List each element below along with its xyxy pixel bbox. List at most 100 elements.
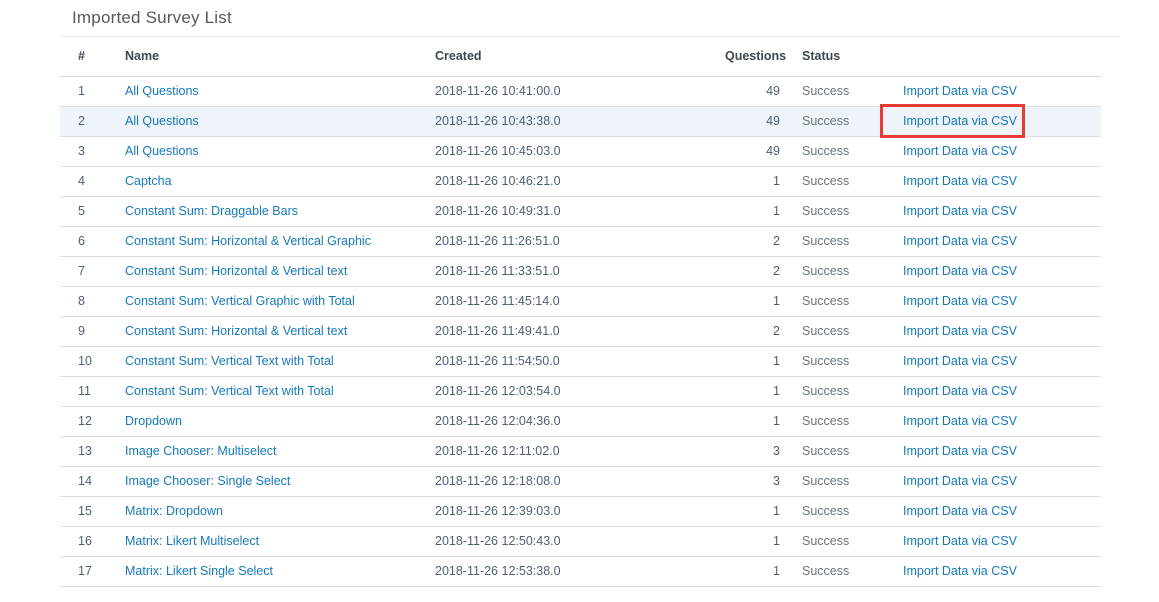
status-text: Success xyxy=(780,346,903,376)
survey-name-cell: Constant Sum: Horizontal & Vertical Grap… xyxy=(125,226,435,256)
action-cell: Import Data via CSV xyxy=(903,376,1101,406)
import-data-csv-link[interactable]: Import Data via CSV xyxy=(903,234,1017,248)
survey-name-link[interactable]: Dropdown xyxy=(125,414,182,428)
row-number: 14 xyxy=(60,466,125,496)
created-timestamp: 2018-11-26 10:45:03.0 xyxy=(435,136,725,166)
table-row: 8 Constant Sum: Vertical Graphic with To… xyxy=(60,286,1101,316)
table-row: 5 Constant Sum: Draggable Bars 2018-11-2… xyxy=(60,196,1101,226)
survey-name-link[interactable]: Captcha xyxy=(125,174,172,188)
import-data-csv-link[interactable]: Import Data via CSV xyxy=(903,264,1017,278)
action-cell: Import Data via CSV xyxy=(903,166,1101,196)
survey-name-cell: Constant Sum: Vertical Text with Total xyxy=(125,346,435,376)
survey-name-link[interactable]: Constant Sum: Horizontal & Vertical Grap… xyxy=(125,234,371,248)
survey-name-link[interactable]: Matrix: Dropdown xyxy=(125,504,223,518)
row-number: 9 xyxy=(60,316,125,346)
action-cell: Import Data via CSV xyxy=(903,226,1101,256)
table-row: 10 Constant Sum: Vertical Text with Tota… xyxy=(60,346,1101,376)
survey-name-cell: Constant Sum: Vertical Text with Total xyxy=(125,376,435,406)
created-timestamp: 2018-11-26 12:11:02.0 xyxy=(435,436,725,466)
import-data-csv-link[interactable]: Import Data via CSV xyxy=(903,294,1017,308)
survey-name-link[interactable]: Constant Sum: Horizontal & Vertical text xyxy=(125,264,347,278)
created-timestamp: 2018-11-26 12:50:43.0 xyxy=(435,526,725,556)
survey-name-cell: All Questions xyxy=(125,106,435,136)
created-timestamp: 2018-11-26 12:53:38.0 xyxy=(435,556,725,586)
table-row: 3 All Questions 2018-11-26 10:45:03.0 49… xyxy=(60,136,1101,166)
import-data-csv-link[interactable]: Import Data via CSV xyxy=(903,414,1017,428)
created-timestamp: 2018-11-26 10:46:21.0 xyxy=(435,166,725,196)
questions-count: 49 xyxy=(725,136,780,166)
survey-name-link[interactable]: All Questions xyxy=(125,84,199,98)
questions-count: 1 xyxy=(725,166,780,196)
import-data-csv-link[interactable]: Import Data via CSV xyxy=(903,84,1017,98)
import-data-csv-link[interactable]: Import Data via CSV xyxy=(903,174,1017,188)
action-cell: Import Data via CSV xyxy=(903,496,1101,526)
survey-name-link[interactable]: Constant Sum: Horizontal & Vertical text xyxy=(125,324,347,338)
questions-count: 1 xyxy=(725,346,780,376)
action-cell: Import Data via CSV xyxy=(903,106,1101,136)
status-text: Success xyxy=(780,406,903,436)
import-data-csv-link[interactable]: Import Data via CSV xyxy=(903,564,1017,578)
created-timestamp: 2018-11-26 10:49:31.0 xyxy=(435,196,725,226)
action-cell: Import Data via CSV xyxy=(903,406,1101,436)
survey-name-link[interactable]: All Questions xyxy=(125,144,199,158)
import-data-csv-link[interactable]: Import Data via CSV xyxy=(903,144,1017,158)
created-timestamp: 2018-11-26 10:43:38.0 xyxy=(435,106,725,136)
page-title: Imported Survey List xyxy=(0,0,1159,36)
table-row: 1 All Questions 2018-11-26 10:41:00.0 49… xyxy=(60,76,1101,106)
import-data-csv-link[interactable]: Import Data via CSV xyxy=(903,114,1017,128)
survey-name-link[interactable]: All Questions xyxy=(125,114,199,128)
action-cell: Import Data via CSV xyxy=(903,196,1101,226)
row-number: 13 xyxy=(60,436,125,466)
created-timestamp: 2018-11-26 12:18:08.0 xyxy=(435,466,725,496)
action-cell: Import Data via CSV xyxy=(903,256,1101,286)
import-data-csv-link[interactable]: Import Data via CSV xyxy=(903,474,1017,488)
created-timestamp: 2018-11-26 12:03:54.0 xyxy=(435,376,725,406)
row-number: 1 xyxy=(60,76,125,106)
questions-count: 1 xyxy=(725,526,780,556)
survey-name-link[interactable]: Matrix: Likert Single Select xyxy=(125,564,273,578)
survey-name-link[interactable]: Constant Sum: Vertical Text with Total xyxy=(125,384,334,398)
action-cell: Import Data via CSV xyxy=(903,526,1101,556)
row-number: 16 xyxy=(60,526,125,556)
survey-name-cell: Dropdown xyxy=(125,406,435,436)
survey-name-cell: Image Chooser: Multiselect xyxy=(125,436,435,466)
survey-table-body: 1 All Questions 2018-11-26 10:41:00.0 49… xyxy=(60,76,1101,586)
status-text: Success xyxy=(780,106,903,136)
table-row: 15 Matrix: Dropdown 2018-11-26 12:39:03.… xyxy=(60,496,1101,526)
import-data-csv-link[interactable]: Import Data via CSV xyxy=(903,504,1017,518)
questions-count: 1 xyxy=(725,406,780,436)
status-text: Success xyxy=(780,466,903,496)
status-text: Success xyxy=(780,256,903,286)
survey-name-cell: Constant Sum: Horizontal & Vertical text xyxy=(125,256,435,286)
import-data-csv-link[interactable]: Import Data via CSV xyxy=(903,354,1017,368)
row-number: 12 xyxy=(60,406,125,436)
row-number: 17 xyxy=(60,556,125,586)
column-header-questions: Questions xyxy=(725,37,780,76)
survey-name-link[interactable]: Constant Sum: Vertical Text with Total xyxy=(125,354,334,368)
survey-name-link[interactable]: Image Chooser: Single Select xyxy=(125,474,290,488)
survey-name-cell: All Questions xyxy=(125,136,435,166)
column-header-number: # xyxy=(60,37,125,76)
import-data-csv-link[interactable]: Import Data via CSV xyxy=(903,534,1017,548)
status-text: Success xyxy=(780,196,903,226)
status-text: Success xyxy=(780,556,903,586)
status-text: Success xyxy=(780,436,903,466)
column-header-name: Name xyxy=(125,37,435,76)
import-data-csv-link[interactable]: Import Data via CSV xyxy=(903,324,1017,338)
created-timestamp: 2018-11-26 11:49:41.0 xyxy=(435,316,725,346)
survey-name-link[interactable]: Constant Sum: Vertical Graphic with Tota… xyxy=(125,294,355,308)
row-number: 2 xyxy=(60,106,125,136)
status-text: Success xyxy=(780,496,903,526)
import-data-csv-link[interactable]: Import Data via CSV xyxy=(903,444,1017,458)
row-number: 6 xyxy=(60,226,125,256)
table-row: 6 Constant Sum: Horizontal & Vertical Gr… xyxy=(60,226,1101,256)
survey-name-cell: Matrix: Dropdown xyxy=(125,496,435,526)
survey-name-link[interactable]: Constant Sum: Draggable Bars xyxy=(125,204,298,218)
survey-name-link[interactable]: Matrix: Likert Multiselect xyxy=(125,534,259,548)
import-data-csv-link[interactable]: Import Data via CSV xyxy=(903,204,1017,218)
created-timestamp: 2018-11-26 10:41:00.0 xyxy=(435,76,725,106)
survey-name-link[interactable]: Image Chooser: Multiselect xyxy=(125,444,276,458)
status-text: Success xyxy=(780,316,903,346)
table-row: 12 Dropdown 2018-11-26 12:04:36.0 1 Succ… xyxy=(60,406,1101,436)
import-data-csv-link[interactable]: Import Data via CSV xyxy=(903,384,1017,398)
